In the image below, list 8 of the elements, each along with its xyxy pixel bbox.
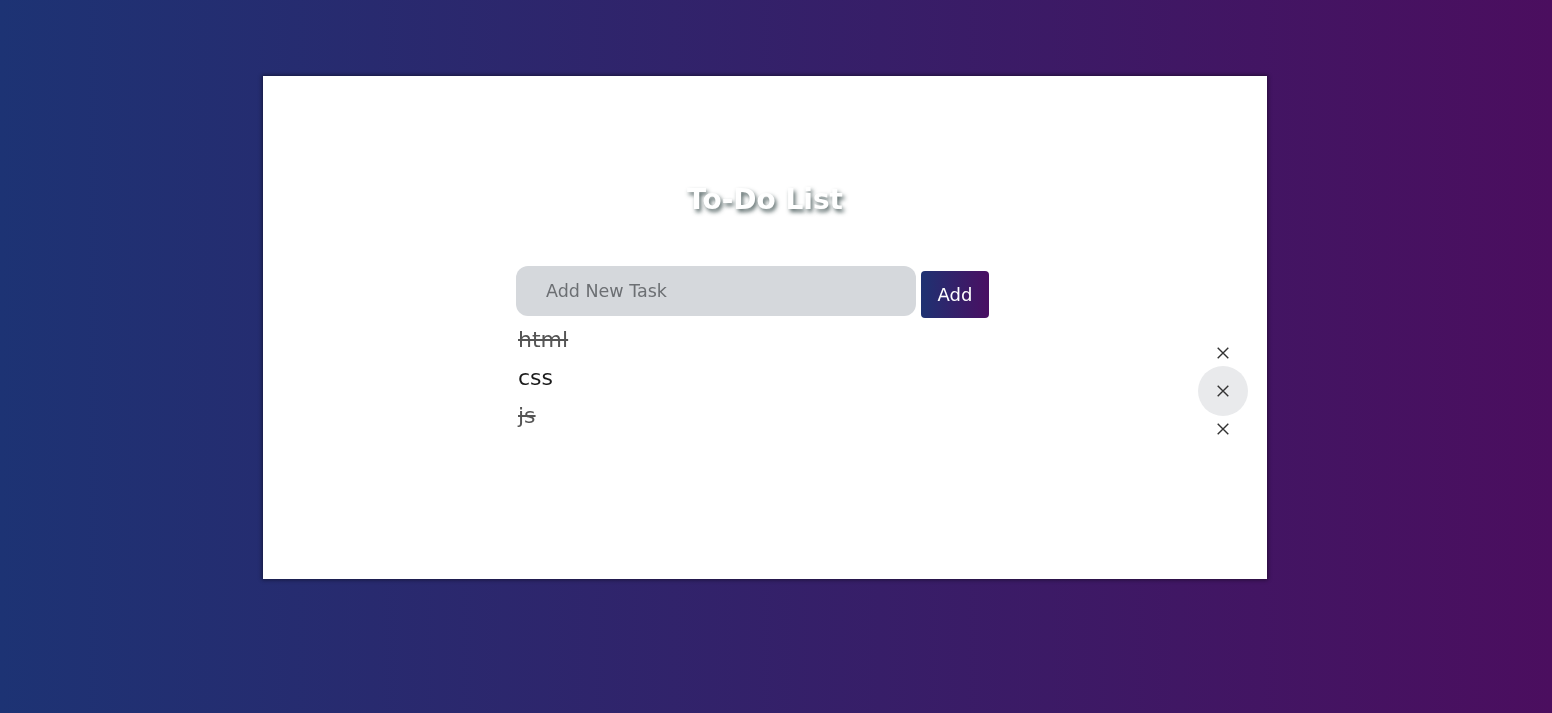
task-text[interactable]: html — [518, 321, 569, 359]
close-icon — [1217, 423, 1229, 435]
close-icon — [1217, 347, 1229, 359]
close-icon — [1217, 385, 1229, 397]
task-text[interactable]: js — [518, 397, 536, 435]
task-input[interactable]: Add New Task — [516, 266, 916, 316]
task-text[interactable]: css — [518, 359, 554, 397]
add-button[interactable]: Add — [921, 271, 989, 318]
